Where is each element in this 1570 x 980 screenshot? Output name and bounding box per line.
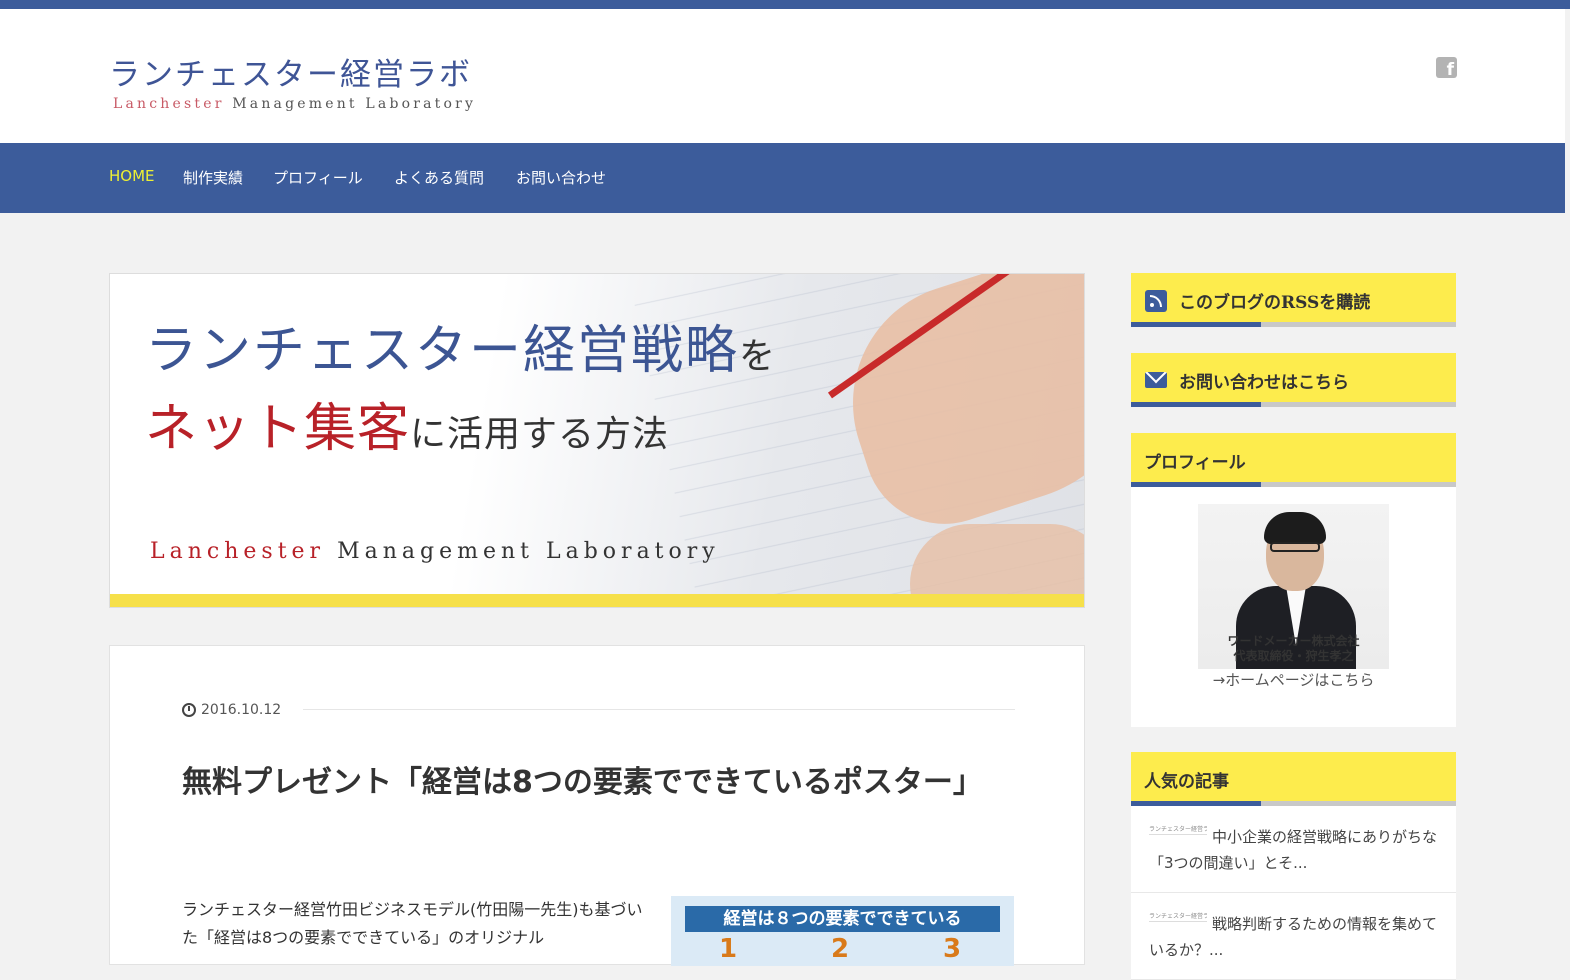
nav-profile[interactable]: プロフィール — [273, 167, 363, 188]
clock-icon — [182, 703, 196, 717]
nav-faq[interactable]: よくある質問 — [394, 167, 484, 188]
popular-widget: 人気の記事 ランチェスター経営ラボ 中小企業の経営戦略にありがちな「3つの間違い… — [1131, 752, 1456, 980]
rss-icon — [1145, 290, 1167, 312]
banner-stripe — [110, 594, 1084, 607]
list-item[interactable]: ランチェスター経営ラボ 中小企業の経営戦略にありがちな「3つの間違い」とそ... — [1131, 806, 1456, 893]
rss-link[interactable]: このブログのRSSを購読 — [1179, 288, 1370, 313]
facebook-icon[interactable]: f — [1436, 57, 1457, 78]
banner-headline-1: ランチェスター経営戦略を — [145, 321, 778, 381]
mail-icon — [1145, 372, 1167, 388]
nav-home[interactable]: HOME — [109, 167, 155, 185]
site-header: ランチェスター経営ラボ Lanchester Management Labora… — [0, 9, 1565, 143]
poster-number: 1 — [719, 934, 738, 964]
nav-works[interactable]: 制作実績 — [183, 167, 243, 188]
homepage-link[interactable]: →ホームページはこちら — [1131, 669, 1456, 690]
post-card: 2016.10.12 無料プレゼント「経営は8つの要素でできているポスター」 ラ… — [109, 645, 1085, 966]
main-nav: HOME 制作実績 プロフィール よくある質問 お問い合わせ — [0, 143, 1565, 213]
post-title[interactable]: 無料プレゼント「経営は8つの要素でできているポスター」 — [182, 756, 983, 809]
banner-headline-2: ネット集客に活用する方法 — [145, 399, 670, 459]
post-date: 2016.10.12 — [182, 702, 281, 718]
profile-widget: プロフィール ワードメーカー株式会社 代表取締役・狩生孝之 →ホームページはこち… — [1131, 433, 1456, 727]
poster-number: 3 — [943, 934, 962, 964]
widget-underline — [1131, 322, 1456, 327]
contact-widget[interactable]: お問い合わせはこちら — [1131, 353, 1456, 407]
logo-subtitle: Lanchester Management Laboratory — [113, 96, 477, 112]
contact-link[interactable]: お問い合わせはこちら — [1179, 368, 1349, 393]
popular-widget-title: 人気の記事 — [1144, 772, 1229, 792]
date-divider — [303, 709, 1015, 710]
banner-subtitle: Lanchester Management Laboratory — [150, 539, 720, 564]
profile-widget-title: プロフィール — [1144, 453, 1246, 473]
logo-title: ランチェスター経営ラボ — [109, 57, 472, 93]
hero-banner[interactable]: ランチェスター経営戦略を ネット集客に活用する方法 Lanchester Man… — [109, 273, 1085, 608]
widget-underline — [1131, 402, 1456, 407]
poster-numbers: 1 2 3 — [671, 932, 1014, 966]
list-item[interactable]: ランチェスター経営ラボ 戦略判断するための情報を集めているか？... — [1131, 893, 1456, 980]
post-date-text: 2016.10.12 — [201, 702, 282, 718]
site-logo[interactable]: ランチェスター経営ラボ Lanchester Management Labora… — [109, 49, 476, 112]
nav-contact[interactable]: お問い合わせ — [516, 167, 606, 188]
profile-caption: ワードメーカー株式会社 代表取締役・狩生孝之 — [1227, 634, 1360, 663]
top-accent-bar — [0, 0, 1570, 9]
popular-title[interactable]: 戦略判断するための情報を集めているか？... — [1149, 911, 1439, 963]
poster-heading: 経営は８つの要素でできている — [685, 906, 1000, 932]
poster-number: 2 — [831, 934, 850, 964]
rss-widget[interactable]: このブログのRSSを購読 — [1131, 273, 1456, 327]
popular-title[interactable]: 中小企業の経営戦略にありがちな「3つの間違い」とそ... — [1149, 824, 1439, 876]
post-excerpt: ランチェスター経営竹田ビジネスモデル(竹田陽一先生)も基づいた「経営は8つの要素… — [182, 900, 643, 947]
